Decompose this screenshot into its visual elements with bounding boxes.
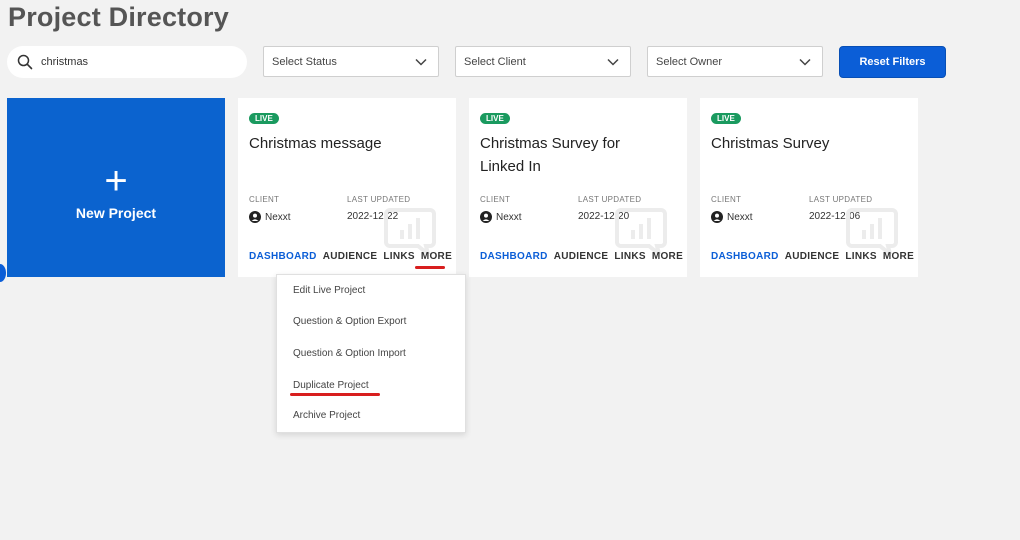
search-icon <box>17 54 33 70</box>
card-actions: DASHBOARD AUDIENCE LINKS MORE <box>711 251 914 262</box>
client-value: Nexxt <box>480 211 522 223</box>
status-select[interactable]: Select Status <box>263 46 439 77</box>
menu-item-question-option-export[interactable]: Question & Option Export <box>293 316 406 327</box>
chevron-down-icon <box>607 58 619 66</box>
owner-select-label: Select Owner <box>656 55 723 68</box>
last-updated-label: LAST UPDATED <box>578 195 642 204</box>
client-label: CLIENT <box>480 195 511 204</box>
status-select-label: Select Status <box>272 55 337 68</box>
user-icon <box>480 211 492 223</box>
search-input[interactable] <box>41 56 231 68</box>
user-icon <box>711 211 723 223</box>
last-updated-label: LAST UPDATED <box>347 195 411 204</box>
more-link[interactable]: MORE <box>883 251 914 262</box>
dashboard-link[interactable]: DASHBOARD <box>249 251 317 262</box>
dashboard-link[interactable]: DASHBOARD <box>480 251 548 262</box>
user-icon <box>249 211 261 223</box>
client-value: Nexxt <box>249 211 291 223</box>
duplicate-highlight-underline <box>290 393 380 396</box>
page-title: Project Directory <box>8 2 229 32</box>
audience-link[interactable]: AUDIENCE <box>554 251 609 262</box>
more-dropdown-menu: Edit Live Project Question & Option Expo… <box>276 274 466 433</box>
project-title[interactable]: Christmas Survey for Linked In <box>480 132 650 178</box>
chevron-down-icon <box>415 58 427 66</box>
new-project-tile[interactable]: + New Project <box>7 98 225 277</box>
audience-link[interactable]: AUDIENCE <box>323 251 378 262</box>
links-link[interactable]: LINKS <box>383 251 415 262</box>
chart-watermark-icon <box>615 208 667 254</box>
project-title[interactable]: Christmas Survey <box>711 132 911 155</box>
client-name: Nexxt <box>265 211 291 223</box>
chart-watermark-icon <box>846 208 898 254</box>
plus-icon: + <box>104 158 128 203</box>
client-select[interactable]: Select Client <box>455 46 631 77</box>
client-value: Nexxt <box>711 211 753 223</box>
menu-item-archive-project[interactable]: Archive Project <box>293 410 360 421</box>
client-label: CLIENT <box>249 195 280 204</box>
status-badge: LIVE <box>249 113 279 124</box>
owner-select[interactable]: Select Owner <box>647 46 823 77</box>
client-select-label: Select Client <box>464 55 526 68</box>
card-actions: DASHBOARD AUDIENCE LINKS MORE <box>480 251 683 262</box>
project-card[interactable]: LIVE Christmas message CLIENT LAST UPDAT… <box>238 98 456 277</box>
audience-link[interactable]: AUDIENCE <box>785 251 840 262</box>
client-name: Nexxt <box>496 211 522 223</box>
dashboard-link[interactable]: DASHBOARD <box>711 251 779 262</box>
more-highlight-underline <box>415 266 445 269</box>
chevron-down-icon <box>799 58 811 66</box>
client-name: Nexxt <box>727 211 753 223</box>
last-updated-label: LAST UPDATED <box>809 195 873 204</box>
more-link[interactable]: MORE <box>421 251 452 262</box>
links-link[interactable]: LINKS <box>845 251 877 262</box>
status-badge: LIVE <box>711 113 741 124</box>
menu-item-question-option-import[interactable]: Question & Option Import <box>293 348 406 359</box>
more-link[interactable]: MORE <box>652 251 683 262</box>
project-title[interactable]: Christmas message <box>249 132 449 155</box>
status-badge: LIVE <box>480 113 510 124</box>
new-project-label: New Project <box>75 204 157 221</box>
menu-item-edit-live-project[interactable]: Edit Live Project <box>293 285 365 296</box>
project-card[interactable]: LIVE Christmas Survey CLIENT LAST UPDATE… <box>700 98 918 277</box>
menu-item-duplicate-project[interactable]: Duplicate Project <box>293 380 369 391</box>
links-link[interactable]: LINKS <box>614 251 646 262</box>
chart-watermark-icon <box>384 208 436 254</box>
card-actions: DASHBOARD AUDIENCE LINKS MORE <box>249 251 452 262</box>
search-box[interactable] <box>7 46 247 78</box>
reset-filters-button[interactable]: Reset Filters <box>839 46 946 78</box>
scroll-handle[interactable] <box>0 264 6 282</box>
client-label: CLIENT <box>711 195 742 204</box>
project-card[interactable]: LIVE Christmas Survey for Linked In CLIE… <box>469 98 687 277</box>
